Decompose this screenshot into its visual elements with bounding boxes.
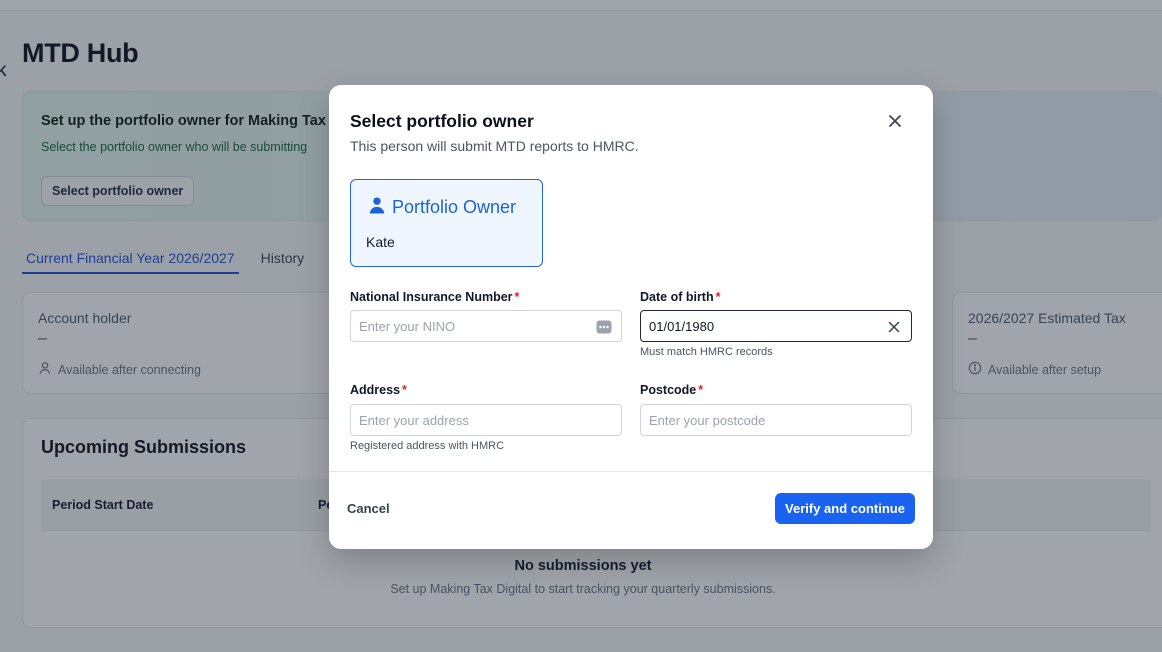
verify-and-continue-button[interactable]: Verify and continue <box>775 493 915 524</box>
address-label: Address * <box>350 383 407 397</box>
nino-placeholder: Enter your NINO <box>359 319 456 334</box>
portfolio-owner-option[interactable]: Portfolio Owner Kate <box>350 179 543 267</box>
nino-label-text: National Insurance Number <box>350 290 513 304</box>
nino-label: National Insurance Number * <box>350 290 519 304</box>
address-input[interactable]: Enter your address <box>350 404 622 436</box>
dob-hint: Must match HMRC records <box>640 346 773 358</box>
clear-icon[interactable] <box>885 318 903 336</box>
dob-label: Date of birth * <box>640 290 720 304</box>
owner-role-row: Portfolio Owner <box>368 196 516 219</box>
dialog-footer-divider <box>329 471 933 472</box>
close-button[interactable] <box>881 109 909 137</box>
required-marker: * <box>514 290 520 304</box>
postcode-input[interactable]: Enter your postcode <box>640 404 912 436</box>
address-label-text: Address <box>350 383 401 397</box>
required-marker: * <box>715 290 721 304</box>
dialog-title: Select portfolio owner <box>350 111 534 131</box>
address-placeholder: Enter your address <box>359 413 469 428</box>
date-of-birth-input[interactable]: 01/01/1980 <box>640 310 912 342</box>
postcode-label-text: Postcode <box>640 383 697 397</box>
postcode-label: Postcode * <box>640 383 703 397</box>
required-marker: * <box>402 383 407 397</box>
dob-label-text: Date of birth <box>640 290 714 304</box>
close-icon <box>888 114 902 133</box>
select-portfolio-owner-dialog: Select portfolio owner This person will … <box>329 85 933 549</box>
nino-input[interactable]: Enter your NINO <box>350 310 622 342</box>
address-hint: Registered address with HMRC <box>350 440 505 452</box>
owner-role-label: Portfolio Owner <box>392 197 517 217</box>
dialog-subtitle: This person will submit MTD reports to H… <box>350 138 639 154</box>
dob-value: 01/01/1980 <box>649 319 715 334</box>
password-manager-icon[interactable] <box>595 318 613 336</box>
user-icon <box>368 196 386 219</box>
owner-name: Kate <box>366 234 395 250</box>
cancel-button[interactable]: Cancel <box>347 501 390 516</box>
required-marker: * <box>698 383 704 397</box>
postcode-placeholder: Enter your postcode <box>649 413 766 428</box>
